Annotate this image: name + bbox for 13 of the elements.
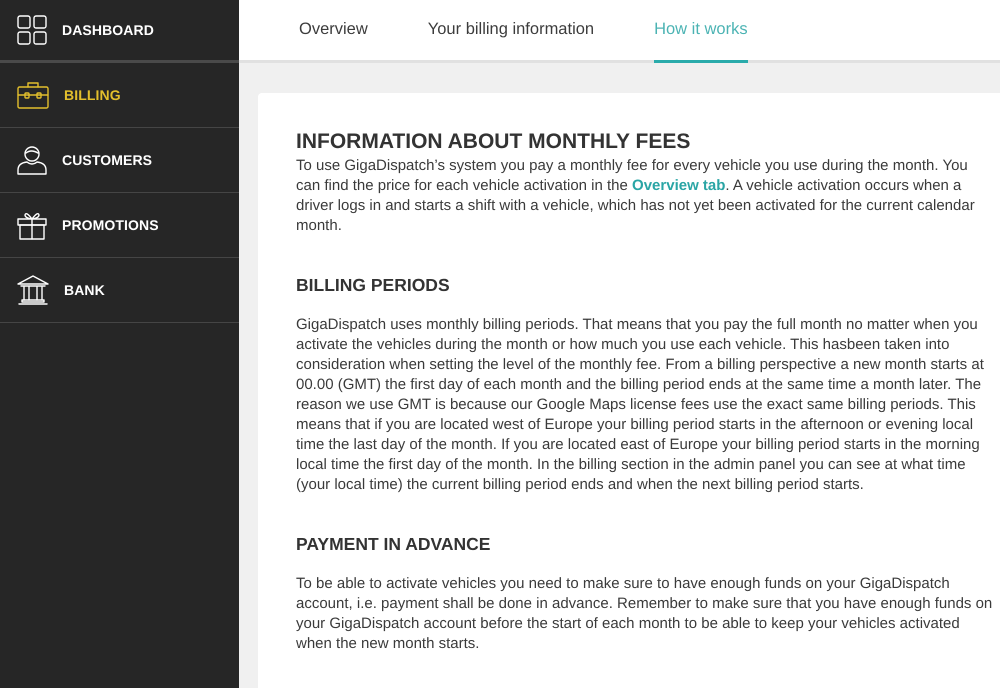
tab[interactable]: Overview [299, 0, 368, 63]
bank-icon [17, 275, 49, 305]
person-icon [17, 145, 47, 175]
tab[interactable]: Your billing information [428, 0, 594, 63]
grid-icon [17, 15, 47, 45]
body-paragraph: GigaDispatch uses monthly billing periods. That means that you pay the full month no matter when you activate the vehicles during the month or how much you use each vehicle. This hasbeen taken into consideration when setting the level of the monthly fee. From a billing perspective a new month starts at 00.00 (GMT) the first day of each month and the billing period ends at the same time a month later. The reason we use GMT is because our Google Maps license fees use the exact same billing periods. This means that if you are located west of Europe your billing period starts in the afternoon or evening local time the last day of the month. If you are located east of Europe your billing period starts in the morning local time the first day of the month. In the billing section in the admin panel you can see at what time (your local time) the current billing period ends and when the next billing period starts. [296, 315, 985, 495]
body-paragraph: To be able to activate vehicles you need to make sure to have enough funds on your GigaDispatch account, i.e. payment shall be done in advance. Remember to make sure that you have enough funds on your GigaDispatch account before the start of each month to be able to keep your vehicles activated when the new month starts. [296, 574, 994, 654]
briefcase-icon [17, 81, 49, 109]
body-paragraph: To use GigaDispatch’s system you pay a monthly fee for every vehicle you use during the month. You can find the price for each vehicle activation in the Overview tab. A vehicle activation occurs when a driver logs in and starts a shift with a vehicle, which has not yet been activated for the current calendar month. [296, 156, 976, 236]
section-heading: INFORMATION ABOUT MONTHLY FEES [296, 129, 692, 155]
section-heading: PAYMENT IN ADVANCE [296, 533, 492, 556]
section-heading: BILLING PERIODS [296, 274, 451, 297]
gift-icon [17, 210, 47, 240]
